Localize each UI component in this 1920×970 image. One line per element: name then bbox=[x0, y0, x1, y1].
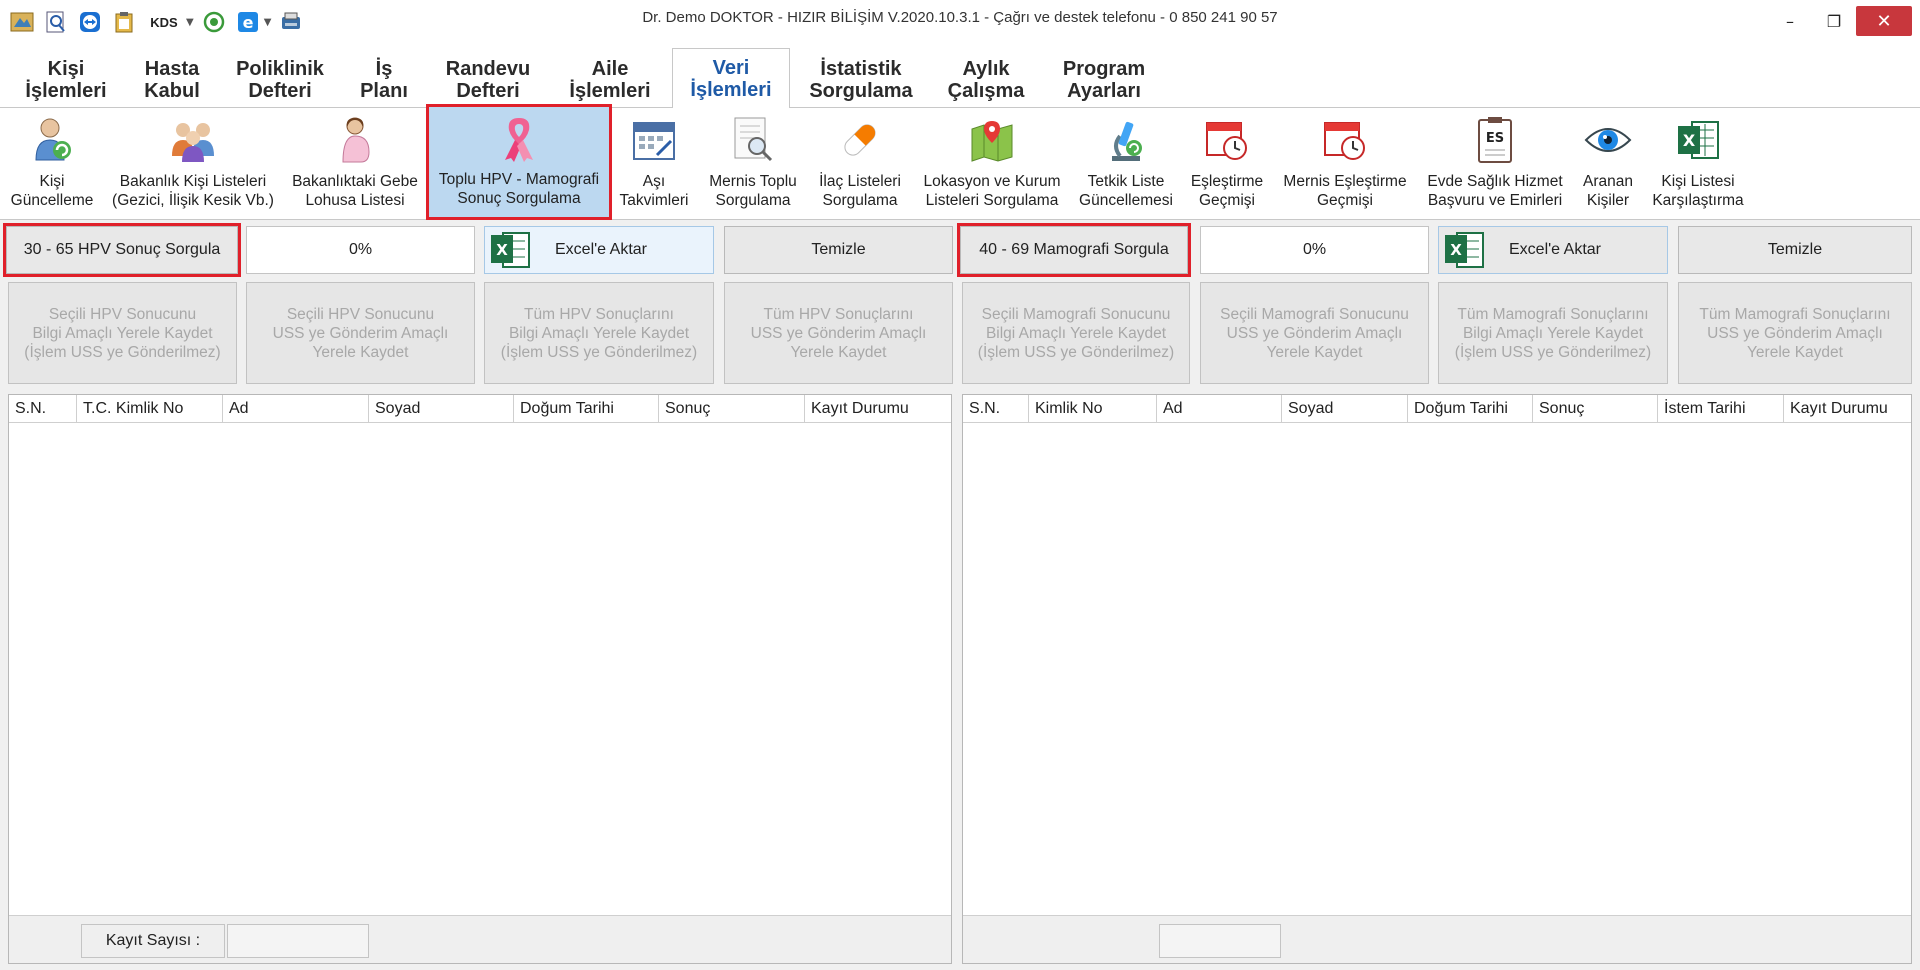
svg-text:X: X bbox=[1683, 131, 1696, 150]
column-header[interactable]: Ad bbox=[1157, 395, 1282, 423]
column-header[interactable]: T.C. Kimlik No bbox=[77, 395, 223, 423]
document-search-icon bbox=[729, 116, 777, 164]
column-header[interactable]: Ad bbox=[223, 395, 369, 423]
restore-button[interactable]: ❐ bbox=[1812, 6, 1856, 36]
close-button[interactable]: ✕ bbox=[1856, 6, 1912, 36]
mamografi-grid-footer bbox=[963, 915, 1911, 963]
mamografi-grid-header: S.N. Kimlik No Ad Soyad Doğum Tarihi Son… bbox=[963, 395, 1911, 423]
tab-istatistik-sorgulama[interactable]: İstatistik Sorgulama bbox=[800, 52, 922, 108]
tab-veri-islemleri[interactable]: Veri İşlemleri bbox=[672, 48, 790, 109]
ilac-listeleri-button[interactable]: İlaç Listeleri Sorgulama bbox=[812, 110, 908, 216]
mamografi-progress: 0% bbox=[1200, 226, 1429, 274]
record-count-value bbox=[227, 924, 369, 958]
column-header[interactable]: Kayıt Durumu bbox=[805, 395, 951, 423]
mamografi-clear-button[interactable]: Temizle bbox=[1678, 226, 1912, 274]
hpv-save-selected-info-button[interactable]: Seçili HPV Sonucunu Bilgi Amaçlı Yerele … bbox=[8, 282, 237, 384]
title-bar: KDS ▼ e ▼ Dr. Demo DOKTOR - HIZIR BİLİŞİ… bbox=[0, 0, 1920, 44]
hpv-results-grid[interactable]: S.N. T.C. Kimlik No Ad Soyad Doğum Tarih… bbox=[8, 394, 952, 964]
users-group-icon bbox=[169, 116, 217, 164]
toplu-hpv-mamografi-button[interactable]: Toplu HPV - Mamografi Sonuç Sorgulama bbox=[426, 104, 612, 220]
hpv-grid-footer: Kayıt Sayısı : bbox=[9, 915, 951, 963]
mamografi-query-button[interactable]: 40 - 69 Mamografi Sorgula bbox=[957, 223, 1191, 277]
mamografi-excel-export-button[interactable]: X Excel'e Aktar bbox=[1438, 226, 1668, 274]
kisi-listesi-karsilastirma-button[interactable]: X Kişi Listesi Karşılaştırma bbox=[1648, 110, 1748, 216]
column-header[interactable]: Sonuç bbox=[1533, 395, 1658, 423]
column-header[interactable]: S.N. bbox=[963, 395, 1029, 423]
lokasyon-kurum-listeleri-button[interactable]: Lokasyon ve Kurum Listeleri Sorgulama bbox=[914, 110, 1070, 216]
hpv-save-all-info-button[interactable]: Tüm HPV Sonuçlarını Bilgi Amaçlı Yerele … bbox=[484, 282, 714, 384]
hpv-excel-export-button[interactable]: X Excel'e Aktar bbox=[484, 226, 714, 274]
eye-icon bbox=[1584, 116, 1632, 164]
calendar-clock-icon bbox=[1321, 116, 1369, 164]
column-header[interactable]: Kayıt Durumu bbox=[1784, 395, 1911, 423]
bakanlik-kisi-listeleri-button[interactable]: Bakanlık Kişi Listeleri (Gezici, İlişik … bbox=[108, 110, 278, 216]
window-title: Dr. Demo DOKTOR - HIZIR BİLİŞİM V.2020.1… bbox=[642, 9, 1278, 26]
svg-text:ES: ES bbox=[1486, 131, 1504, 146]
column-header[interactable]: S.N. bbox=[9, 395, 77, 423]
main-content: 30 - 65 HPV Sonuç Sorgula 0% X Excel'e A… bbox=[0, 220, 1920, 970]
tetkik-liste-guncellemesi-button[interactable]: Tetkik Liste Güncellemesi bbox=[1076, 110, 1176, 216]
ribbon-toolbar: Kişi Güncelleme Bakanlık Kişi Listeleri … bbox=[0, 104, 1920, 276]
microscope-icon bbox=[1102, 116, 1150, 164]
eslestirme-gecmisi-button[interactable]: Eşleştirme Geçmişi bbox=[1182, 110, 1272, 216]
column-header[interactable]: Kimlik No bbox=[1029, 395, 1157, 423]
tab-randevu-defteri[interactable]: Randevu Defteri bbox=[438, 52, 538, 108]
pink-ribbon-icon bbox=[495, 114, 543, 162]
calendar-icon bbox=[630, 116, 678, 164]
map-icon bbox=[968, 116, 1016, 164]
hpv-grid-header: S.N. T.C. Kimlik No Ad Soyad Doğum Tarih… bbox=[9, 395, 951, 423]
mernis-toplu-sorgulama-button[interactable]: Mernis Toplu Sorgulama bbox=[700, 110, 806, 216]
column-header[interactable]: İstem Tarihi bbox=[1658, 395, 1784, 423]
column-header[interactable]: Soyad bbox=[369, 395, 514, 423]
minimize-button[interactable]: – bbox=[1768, 6, 1812, 36]
mamografi-results-grid[interactable]: S.N. Kimlik No Ad Soyad Doğum Tarihi Son… bbox=[962, 394, 1912, 964]
tab-poliklinik-defteri[interactable]: Poliklinik Defteri bbox=[230, 52, 330, 108]
hpv-save-selected-uss-button[interactable]: Seçili HPV Sonucunu USS ye Gönderim Amaç… bbox=[246, 282, 475, 384]
column-header[interactable]: Soyad bbox=[1282, 395, 1408, 423]
record-count-label: Kayıt Sayısı : bbox=[81, 924, 225, 958]
tab-kisi-islemleri[interactable]: Kişi İşlemleri bbox=[20, 52, 112, 108]
column-header[interactable]: Doğum Tarihi bbox=[514, 395, 659, 423]
hpv-query-button[interactable]: 30 - 65 HPV Sonuç Sorgula bbox=[3, 223, 241, 277]
evde-saglik-hizmet-button[interactable]: ES Evde Sağlık Hizmet Başvuru ve Emirler… bbox=[1420, 110, 1570, 216]
es-clipboard-icon: ES bbox=[1471, 116, 1519, 164]
asi-takvimleri-button[interactable]: Aşı Takvimleri bbox=[616, 110, 692, 216]
svg-text:X: X bbox=[496, 241, 508, 259]
excel-icon: X bbox=[1674, 116, 1722, 164]
hpv-progress: 0% bbox=[246, 226, 475, 274]
tab-aylik-calisma[interactable]: Aylık Çalışma bbox=[938, 52, 1034, 108]
column-header[interactable]: Sonuç bbox=[659, 395, 805, 423]
tab-hasta-kabul[interactable]: Hasta Kabul bbox=[132, 52, 212, 108]
hpv-clear-button[interactable]: Temizle bbox=[724, 226, 953, 274]
pregnant-woman-icon bbox=[331, 116, 379, 164]
bakanliktaki-gebe-lohusa-button[interactable]: Bakanlıktaki Gebe Lohusa Listesi bbox=[284, 110, 426, 216]
aranan-kisiler-button[interactable]: Aranan Kişiler bbox=[1574, 110, 1642, 216]
user-refresh-icon bbox=[28, 116, 76, 164]
kisi-guncelleme-button[interactable]: Kişi Güncelleme bbox=[0, 110, 104, 216]
mamografi-save-selected-info-button[interactable]: Seçili Mamografi Sonucunu Bilgi Amaçlı Y… bbox=[962, 282, 1190, 384]
excel-icon: X bbox=[1445, 232, 1484, 268]
column-header[interactable]: Doğum Tarihi bbox=[1408, 395, 1533, 423]
excel-icon: X bbox=[491, 232, 530, 268]
tab-aile-islemleri[interactable]: Aile İşlemleri bbox=[560, 52, 660, 108]
mamografi-save-all-info-button[interactable]: Tüm Mamografi Sonuçlarını Bilgi Amaçlı Y… bbox=[1438, 282, 1668, 384]
mamografi-save-all-uss-button[interactable]: Tüm Mamografi Sonuçlarını USS ye Gönderi… bbox=[1678, 282, 1912, 384]
tab-program-ayarlari[interactable]: Program Ayarları bbox=[1052, 52, 1156, 108]
mamografi-record-count-value bbox=[1159, 924, 1281, 958]
svg-text:X: X bbox=[1450, 241, 1462, 259]
tab-is-plani[interactable]: İş Planı bbox=[346, 52, 422, 108]
mamografi-save-selected-uss-button[interactable]: Seçili Mamografi Sonucunu USS ye Gönderi… bbox=[1200, 282, 1429, 384]
pill-icon bbox=[836, 116, 884, 164]
hpv-save-all-uss-button[interactable]: Tüm HPV Sonuçlarını USS ye Gönderim Amaç… bbox=[724, 282, 953, 384]
calendar-clock-icon bbox=[1203, 116, 1251, 164]
ribbon-tabs: Kişi İşlemleri Hasta Kabul Poliklinik De… bbox=[0, 44, 1920, 109]
mernis-eslestirme-gecmisi-button[interactable]: Mernis Eşleştirme Geçmişi bbox=[1278, 110, 1412, 216]
window-controls: – ❐ ✕ bbox=[1768, 6, 1920, 36]
